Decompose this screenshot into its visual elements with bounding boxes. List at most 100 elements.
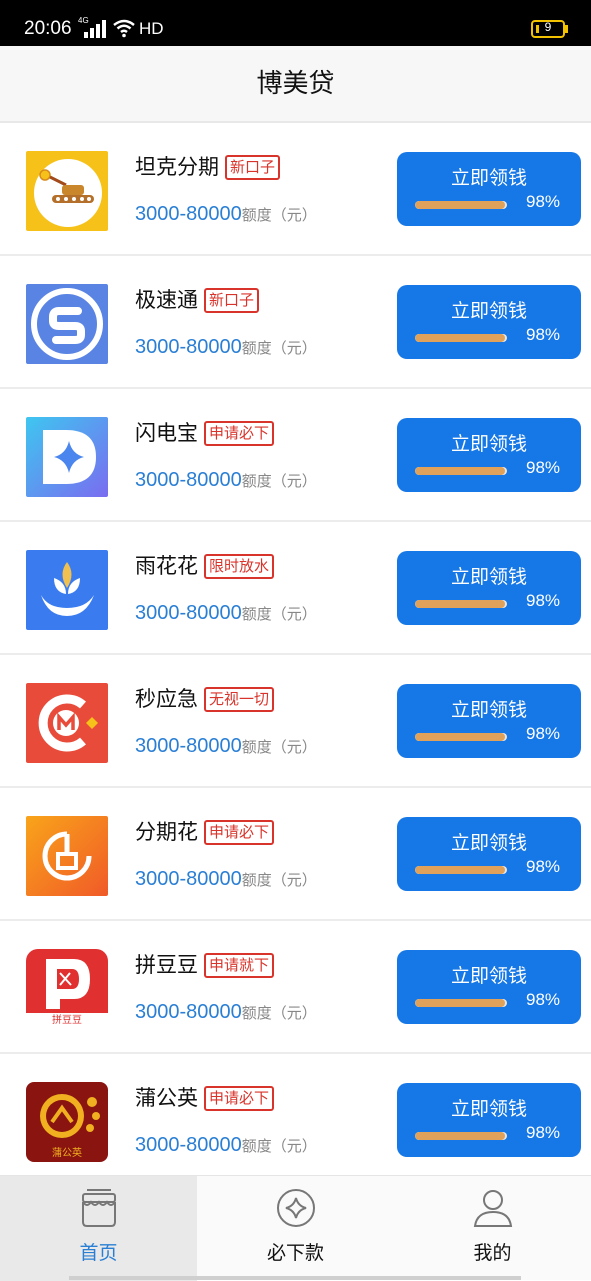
battery-icon: 9 (531, 20, 565, 38)
product-name: 蒲公英 (135, 1086, 198, 1110)
get-money-button[interactable]: 立即领钱 98% (397, 285, 581, 359)
dandelion-coin-icon[interactable]: 蒲公英 (26, 1082, 108, 1162)
get-money-button[interactable]: 立即领钱 98% (397, 817, 581, 891)
amount-unit: 额度（元） (241, 339, 317, 357)
progress-fill (415, 201, 506, 209)
progress-percent: 98% (526, 325, 561, 344)
pdd-icon[interactable]: 拼豆豆 (26, 949, 108, 1029)
button-label: 立即领钱 (450, 965, 527, 987)
amount-range: 3000-80000 (135, 602, 242, 624)
product-name-row: 雨花花 限时放水 (135, 550, 275, 580)
progress-bar (415, 201, 507, 209)
progress-bar (415, 999, 507, 1007)
amount-range: 3000-80000 (135, 1001, 242, 1023)
progress-fill (415, 467, 506, 475)
product-name-row: 极速通 新口子 (135, 284, 260, 314)
list-item[interactable]: 雨花花 限时放水 3000-80000额度（元） 立即领钱 98% (0, 522, 591, 655)
button-label: 立即领钱 (450, 433, 527, 455)
promo-tag: 申请必下 (204, 421, 275, 446)
amount-range: 3000-80000 (135, 868, 242, 890)
loan-amount: 3000-80000额度（元） (135, 868, 317, 891)
amount-unit: 额度（元） (241, 738, 317, 756)
status-time: 20:06 (24, 18, 72, 39)
get-money-button[interactable]: 立即领钱 98% (397, 152, 581, 226)
list-item[interactable]: 蒲公英 蒲公英 申请必下 3000-80000额度（元） 立即领钱 98% (0, 1054, 591, 1187)
list-item[interactable]: 分期花 申请必下 3000-80000额度（元） 立即领钱 98% (0, 788, 591, 921)
page-title: 博美贷 (256, 69, 335, 99)
amount-unit: 额度（元） (241, 871, 317, 889)
list-item[interactable]: 拼豆豆 拼豆豆 申请就下 3000-80000额度（元） 立即领钱 98% (0, 921, 591, 1054)
product-name-row: 蒲公英 申请必下 (135, 1082, 275, 1112)
product-name-row: 坦克分期 新口子 (135, 151, 281, 181)
progress-fill (415, 866, 506, 874)
product-name-row: 闪电宝 申请必下 (135, 417, 275, 447)
progress-fill (415, 999, 506, 1007)
d-star-icon[interactable] (26, 417, 108, 497)
cm-icon[interactable] (26, 683, 108, 763)
product-name: 雨花花 (135, 554, 198, 578)
button-label: 立即领钱 (450, 300, 527, 322)
get-money-button[interactable]: 立即领钱 98% (397, 1083, 581, 1157)
promo-tag: 新口子 (204, 288, 260, 313)
loan-amount: 3000-80000额度（元） (135, 735, 317, 758)
tank-icon[interactable] (26, 151, 108, 231)
loan-amount: 3000-80000额度（元） (135, 336, 317, 359)
progress-fill (415, 733, 506, 741)
s-shield-icon[interactable] (26, 284, 108, 364)
amount-unit: 额度（元） (241, 472, 317, 490)
button-label: 立即领钱 (450, 566, 527, 588)
progress-bar (415, 733, 507, 741)
loan-amount: 3000-80000额度（元） (135, 203, 317, 226)
tab-label: 必下款 (266, 1242, 324, 1264)
list-item[interactable]: 极速通 新口子 3000-80000额度（元） 立即领钱 98% (0, 256, 591, 389)
amount-unit: 额度（元） (241, 1004, 317, 1022)
logo-caption: 蒲公英 (52, 1148, 82, 1159)
product-name: 极速通 (135, 288, 198, 312)
tab-must-loan[interactable]: 必下款 (197, 1176, 394, 1281)
loan-amount: 3000-80000额度（元） (135, 1001, 317, 1024)
tab-mine[interactable]: 我的 (394, 1176, 591, 1281)
loan-amount: 3000-80000额度（元） (135, 469, 317, 492)
tab-home[interactable]: 首页 (0, 1176, 197, 1281)
promo-tag: 申请就下 (204, 953, 275, 978)
tab-label: 我的 (473, 1242, 512, 1264)
button-label: 立即领钱 (450, 832, 527, 854)
progress-percent: 98% (526, 591, 561, 610)
get-money-button[interactable]: 立即领钱 98% (397, 418, 581, 492)
button-label: 立即领钱 (450, 167, 527, 189)
status-bar: 20:06 4G HD 9 (0, 0, 591, 46)
lotus-hand-icon[interactable] (26, 550, 108, 630)
list-item[interactable]: 秒应急 无视一切 3000-80000额度（元） 立即领钱 98% (0, 655, 591, 788)
hd-indicator: HD (139, 19, 164, 38)
product-name-row: 秒应急 无视一切 (135, 683, 275, 713)
amount-range: 3000-80000 (135, 1134, 242, 1156)
g-circle-icon[interactable] (26, 816, 108, 896)
get-money-button[interactable]: 立即领钱 98% (397, 551, 581, 625)
progress-percent: 98% (526, 458, 561, 477)
progress-percent: 98% (526, 724, 561, 743)
promo-tag: 限时放水 (204, 554, 275, 579)
product-name: 分期花 (135, 820, 198, 844)
progress-percent: 98% (526, 192, 561, 211)
get-money-button[interactable]: 立即领钱 98% (397, 950, 581, 1024)
amount-unit: 额度（元） (241, 1137, 317, 1155)
loan-amount: 3000-80000额度（元） (135, 602, 317, 625)
progress-bar (415, 334, 507, 342)
loan-list: 坦克分期 新口子 3000-80000额度（元） 立即领钱 98% 极速通 新口子 … (0, 123, 591, 1187)
home-indicator (69, 1276, 521, 1280)
product-name: 坦克分期 (135, 155, 219, 179)
list-item[interactable]: 坦克分期 新口子 3000-80000额度（元） 立即领钱 98% (0, 123, 591, 256)
get-money-button[interactable]: 立即领钱 98% (397, 684, 581, 758)
list-item[interactable]: 闪电宝 申请必下 3000-80000额度（元） 立即领钱 98% (0, 389, 591, 522)
product-name: 拼豆豆 (135, 953, 198, 977)
progress-percent: 98% (526, 1123, 561, 1142)
diamond-badge-icon (274, 1186, 318, 1230)
amount-range: 3000-80000 (135, 735, 242, 757)
progress-percent: 98% (526, 857, 561, 876)
amount-unit: 额度（元） (241, 206, 317, 224)
button-label: 立即领钱 (450, 1098, 527, 1120)
amount-unit: 额度（元） (241, 605, 317, 623)
progress-bar (415, 1132, 507, 1140)
progress-bar (415, 600, 507, 608)
loan-amount: 3000-80000额度（元） (135, 1134, 317, 1157)
